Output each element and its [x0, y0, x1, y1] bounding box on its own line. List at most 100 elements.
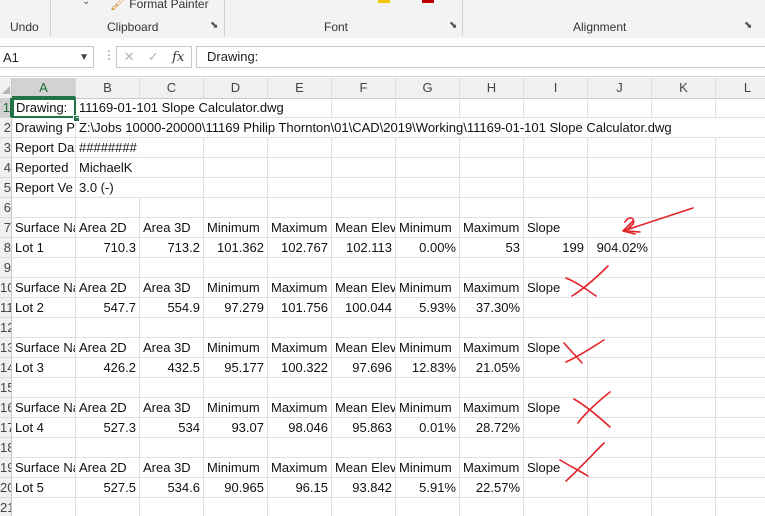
cell-g6[interactable]	[396, 198, 460, 218]
cell-e8[interactable]: 102.767	[268, 238, 332, 258]
cell-g9[interactable]	[396, 258, 460, 278]
row-header[interactable]: 8	[0, 238, 12, 258]
row-header[interactable]: 20	[0, 478, 12, 498]
cell-d11[interactable]: 97.279	[204, 298, 268, 318]
cell-l18[interactable]	[716, 438, 765, 458]
cell-d9[interactable]	[204, 258, 268, 278]
row-header[interactable]: 5	[0, 178, 12, 198]
cell-i7[interactable]: Slope	[524, 218, 588, 238]
cell-h18[interactable]	[460, 438, 524, 458]
cell-d20[interactable]: 90.965	[204, 478, 268, 498]
row-header[interactable]: 2	[0, 118, 12, 138]
cell-a10[interactable]: Surface Na	[12, 278, 76, 298]
cell-l6[interactable]	[716, 198, 765, 218]
cell-d19[interactable]: Minimum	[204, 458, 268, 478]
row-header[interactable]: 12	[0, 318, 12, 338]
cell-e11[interactable]: 101.756	[268, 298, 332, 318]
cell-j15[interactable]	[588, 378, 652, 398]
cell-b9[interactable]	[76, 258, 140, 278]
cell-g11[interactable]: 5.93%	[396, 298, 460, 318]
cancel-icon[interactable]: ✕	[124, 49, 135, 65]
cell-a11[interactable]: Lot 2	[12, 298, 76, 318]
cell-d15[interactable]	[204, 378, 268, 398]
row-header[interactable]: 17	[0, 418, 12, 438]
cell-b3[interactable]: ########	[76, 138, 140, 158]
cell-i15[interactable]	[524, 378, 588, 398]
cell-f17[interactable]: 95.863	[332, 418, 396, 438]
cell-k10[interactable]	[652, 278, 716, 298]
row-header[interactable]: 10	[0, 278, 12, 298]
cell-j10[interactable]	[588, 278, 652, 298]
cell-i18[interactable]	[524, 438, 588, 458]
name-box[interactable]: A1 ▼	[0, 46, 94, 68]
cell-b19[interactable]: Area 2D	[76, 458, 140, 478]
cell-h16[interactable]: Maximum	[460, 398, 524, 418]
cell-a12[interactable]	[12, 318, 76, 338]
cell-f13[interactable]: Mean Elev	[332, 338, 396, 358]
cell-k7[interactable]	[652, 218, 716, 238]
cell-j3[interactable]	[588, 138, 652, 158]
cell-j16[interactable]	[588, 398, 652, 418]
cell-f3[interactable]	[332, 138, 396, 158]
cell-f16[interactable]: Mean Elev	[332, 398, 396, 418]
enter-check-icon[interactable]: ✓	[148, 49, 159, 65]
cell-l3[interactable]	[716, 138, 765, 158]
cell-i9[interactable]	[524, 258, 588, 278]
more-options-icon[interactable]: ⋮	[103, 48, 115, 62]
cell-d6[interactable]	[204, 198, 268, 218]
row-header[interactable]: 18	[0, 438, 12, 458]
cell-k3[interactable]	[652, 138, 716, 158]
cell-l14[interactable]	[716, 358, 765, 378]
cell-b10[interactable]: Area 2D	[76, 278, 140, 298]
cell-d14[interactable]: 95.177	[204, 358, 268, 378]
cell-j4[interactable]	[588, 158, 652, 178]
cell-c7[interactable]: Area 3D	[140, 218, 204, 238]
cell-g4[interactable]	[396, 158, 460, 178]
cell-h21[interactable]	[460, 498, 524, 516]
worksheet-grid[interactable]: ABCDEFGHIJKL 1 Drawing: 11169-01-101 Slope…	[0, 78, 765, 516]
cell-l19[interactable]	[716, 458, 765, 478]
row-header[interactable]: 16	[0, 398, 12, 418]
row-header[interactable]: 6	[0, 198, 12, 218]
cell-l17[interactable]	[716, 418, 765, 438]
cell-e17[interactable]: 98.046	[268, 418, 332, 438]
column-header-j[interactable]: J	[588, 78, 652, 98]
cell-j13[interactable]	[588, 338, 652, 358]
cell-l16[interactable]	[716, 398, 765, 418]
cell-f11[interactable]: 100.044	[332, 298, 396, 318]
cell-e7[interactable]: Maximum	[268, 218, 332, 238]
column-header-i[interactable]: I	[524, 78, 588, 98]
cell-h12[interactable]	[460, 318, 524, 338]
select-all-corner[interactable]	[0, 78, 12, 98]
cell-l15[interactable]	[716, 378, 765, 398]
cell-l1[interactable]	[716, 98, 765, 118]
cell-b2[interactable]: Z:\Jobs 10000-20000\11169 Philip Thornto…	[76, 118, 672, 138]
chevron-down-icon[interactable]: ⌄	[82, 0, 90, 7]
cell-c12[interactable]	[140, 318, 204, 338]
cell-a9[interactable]	[12, 258, 76, 278]
cell-g20[interactable]: 5.91%	[396, 478, 460, 498]
cell-k18[interactable]	[652, 438, 716, 458]
clipboard-launcher-icon[interactable]: ⬊	[210, 20, 218, 31]
cell-f12[interactable]	[332, 318, 396, 338]
column-header-h[interactable]: H	[460, 78, 524, 98]
cell-i14[interactable]	[524, 358, 588, 378]
cell-a17[interactable]: Lot 4	[12, 418, 76, 438]
cell-b20[interactable]: 527.5	[76, 478, 140, 498]
cell-f10[interactable]: Mean Elev	[332, 278, 396, 298]
cell-c14[interactable]: 432.5	[140, 358, 204, 378]
cell-b15[interactable]	[76, 378, 140, 398]
font-color-swatch[interactable]	[422, 0, 434, 3]
cell-e3[interactable]	[268, 138, 332, 158]
cell-h9[interactable]	[460, 258, 524, 278]
column-header-g[interactable]: G	[396, 78, 460, 98]
cell-e9[interactable]	[268, 258, 332, 278]
cell-i20[interactable]	[524, 478, 588, 498]
cell-a6[interactable]	[12, 198, 76, 218]
cell-l20[interactable]	[716, 478, 765, 498]
cell-j11[interactable]	[588, 298, 652, 318]
cell-b12[interactable]	[76, 318, 140, 338]
cell-f20[interactable]: 93.842	[332, 478, 396, 498]
cell-a16[interactable]: Surface Na	[12, 398, 76, 418]
cell-k13[interactable]	[652, 338, 716, 358]
